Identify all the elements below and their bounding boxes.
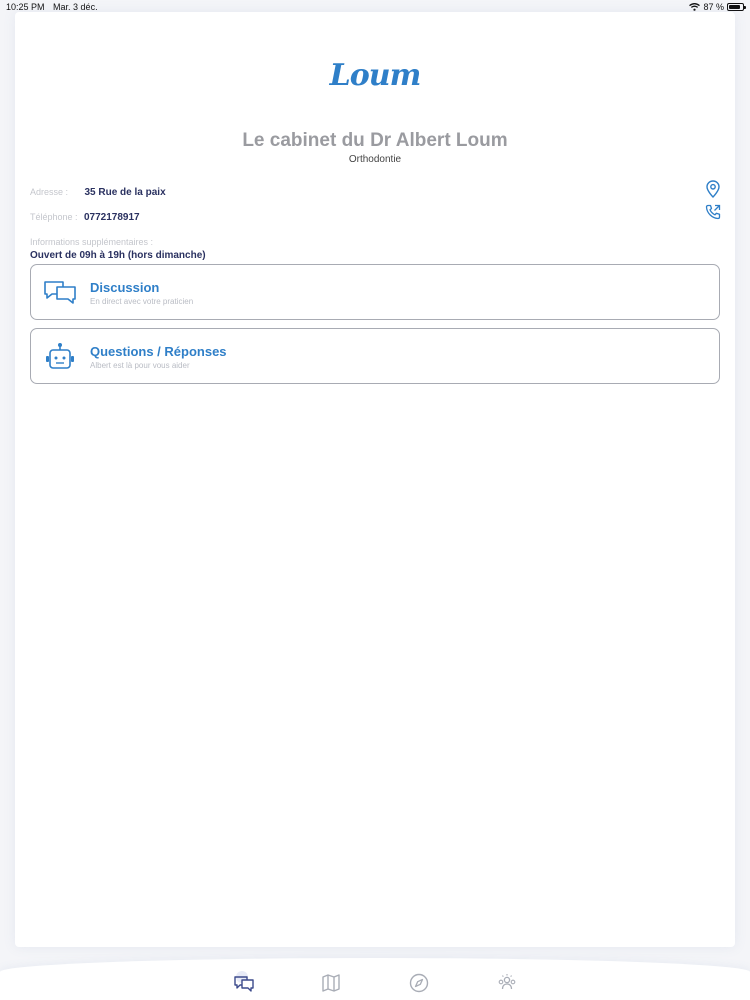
questions-answers-title: Questions / Réponses [90,344,227,359]
questions-answers-subtitle: Albert est là pour vous aider [90,361,190,370]
phone-call-icon[interactable] [705,204,721,220]
discussion-title: Discussion [90,280,160,295]
phone-value: 0772178917 [84,212,140,223]
info-label: Informations supplémentaires : [30,237,154,247]
questions-answers-button[interactable]: Questions / Réponses Albert est là pour … [30,328,720,384]
info-value: Ouvert de 09h à 19h (hors dimanche) [30,250,206,261]
address-value: 35 Rue de la paix [84,187,166,198]
compass-tab-icon[interactable] [408,972,430,994]
practice-card: Loum Le cabinet du Dr Albert Loum Orthod… [15,12,735,947]
battery-icon [727,3,746,11]
discussion-button[interactable]: Discussion En direct avec votre praticie… [30,264,720,320]
page-subtitle: Orthodontie [348,154,402,165]
team-tab-icon[interactable] [496,972,518,994]
map-pin-icon[interactable] [705,180,721,198]
chat-bubbles-icon [44,281,76,304]
phone-row: Téléphone : 0772178917 [30,207,140,225]
status-time: 10:25 PM [6,2,45,12]
loum-logo: Loum [329,58,422,93]
battery-percentage: 87 % [703,2,724,12]
address-row: Adresse : 35 Rue de la paix [30,182,166,200]
robot-icon [46,343,74,369]
chat-tab-icon[interactable] [233,972,255,994]
tab-bar [0,958,750,1000]
discussion-subtitle: En direct avec votre praticien [90,297,194,306]
wifi-icon [689,3,701,11]
address-label: Adresse : [30,187,69,197]
battery-fill [729,5,741,9]
status-date: Mar. 3 déc. [53,2,98,12]
page-title: Le cabinet du Dr Albert Loum [242,130,508,151]
phone-label: Téléphone : [30,212,78,222]
map-tab-icon[interactable] [320,972,342,994]
